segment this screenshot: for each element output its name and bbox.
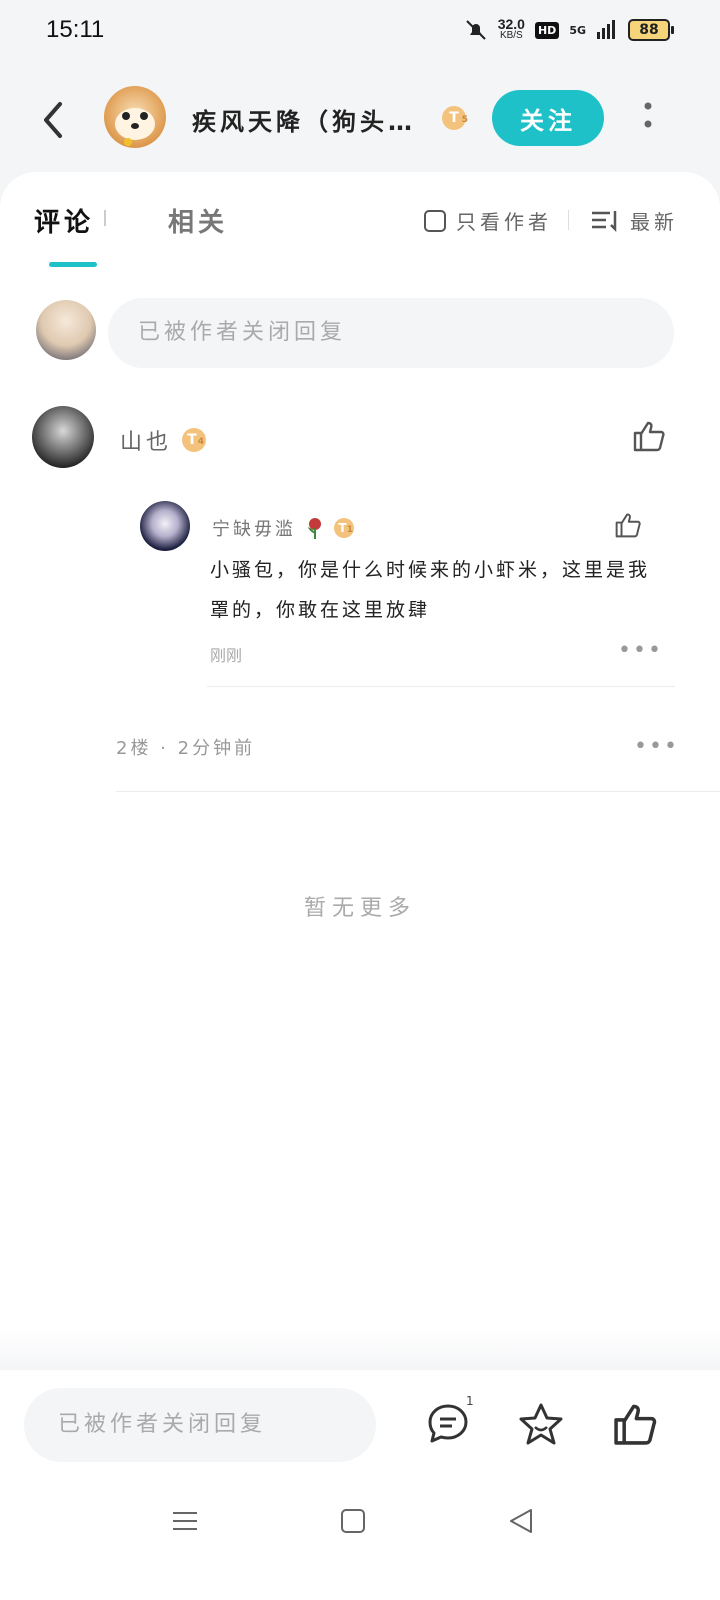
comment-count: 1 [466, 1394, 474, 1408]
commenter-avatar[interactable] [32, 406, 94, 468]
sort-label: 最新 [630, 210, 678, 234]
level-badge: T4 [182, 428, 207, 452]
network-speed: 32.0 KB/S [497, 16, 525, 41]
home-icon[interactable] [340, 1508, 366, 1534]
divider [116, 791, 720, 792]
commenter-name-row: 山也 T4 [120, 424, 207, 456]
reply-avatar[interactable] [140, 501, 190, 551]
sort-toggle[interactable]: 最新 [590, 206, 678, 235]
divider [207, 686, 675, 687]
comment-meta: 2楼 · 2分钟前 [116, 738, 256, 759]
no-more-text: 暂无更多 [303, 896, 416, 921]
comments-panel: 评论 相关 只看作者 最新 已被作者关闭回复 山也 T4 宁缺毋滥 T1 小骚包… [0, 172, 720, 1372]
like-bottom-icon[interactable] [612, 1402, 658, 1446]
level-badge: T5 [442, 106, 468, 130]
post-header: 疾风天降（狗头保… T5 关注 [0, 80, 720, 160]
author-avatar[interactable] [104, 86, 166, 148]
author-only-checkbox[interactable] [424, 209, 446, 232]
bottom-fade [0, 1330, 720, 1370]
reply-name-row: 宁缺毋滥 T1 [212, 515, 354, 541]
back-arrow-icon[interactable] [36, 98, 70, 142]
reply-like-icon[interactable] [614, 512, 642, 538]
bottom-reply-input[interactable]: 已被作者关闭回复 [24, 1388, 376, 1462]
reply-time: 刚刚 [210, 646, 243, 665]
author-only-label: 只看作者 [456, 210, 552, 234]
author-name[interactable]: 疾风天降（狗头保… [192, 102, 432, 137]
active-tab-indicator [49, 262, 97, 267]
more-vertical-icon[interactable] [638, 98, 658, 138]
comment-more-icon[interactable]: ••• [634, 734, 679, 759]
level-badge: T1 [334, 518, 354, 538]
shiba-face-icon [115, 108, 155, 146]
toolbar-divider [568, 210, 569, 230]
status-time: 15:11 [46, 16, 105, 43]
reply-text: 小骚包，你是什么时候来的小虾米，这里是我罩的，你敢在这里放肆 [210, 559, 651, 621]
hd-badge: HD [534, 21, 560, 39]
bottom-bar: 已被作者关闭回复 1 [0, 1370, 720, 1600]
back-nav-icon[interactable] [508, 1508, 534, 1534]
tab-comments[interactable]: 评论 [34, 202, 94, 239]
tab-separator [104, 210, 106, 226]
comment-icon[interactable] [426, 1402, 470, 1446]
author-only-toggle[interactable]: 只看作者 [424, 206, 552, 235]
sort-icon [592, 210, 617, 232]
menu-icon[interactable] [172, 1508, 198, 1534]
reply-input[interactable]: 已被作者关闭回复 [108, 298, 674, 368]
commenter-name[interactable]: 山也 [120, 424, 172, 456]
signal-icon [597, 20, 615, 39]
reply-more-icon[interactable]: ••• [618, 638, 663, 663]
mute-bell-icon [466, 20, 486, 40]
reply-user-name[interactable]: 宁缺毋滥 [212, 515, 296, 541]
status-icons: 32.0 KB/S HD 5G 88 [464, 16, 674, 42]
status-bar: 15:11 32.0 KB/S HD 5G 88 [0, 0, 720, 70]
battery-indicator: 88 [628, 19, 674, 41]
my-avatar [36, 300, 96, 360]
rose-icon [308, 518, 321, 539]
like-icon[interactable] [632, 420, 666, 452]
star-icon[interactable] [518, 1402, 564, 1446]
follow-button[interactable]: 关注 [492, 90, 604, 146]
tab-related[interactable]: 相关 [168, 202, 228, 239]
network-type: 5G [569, 23, 586, 37]
